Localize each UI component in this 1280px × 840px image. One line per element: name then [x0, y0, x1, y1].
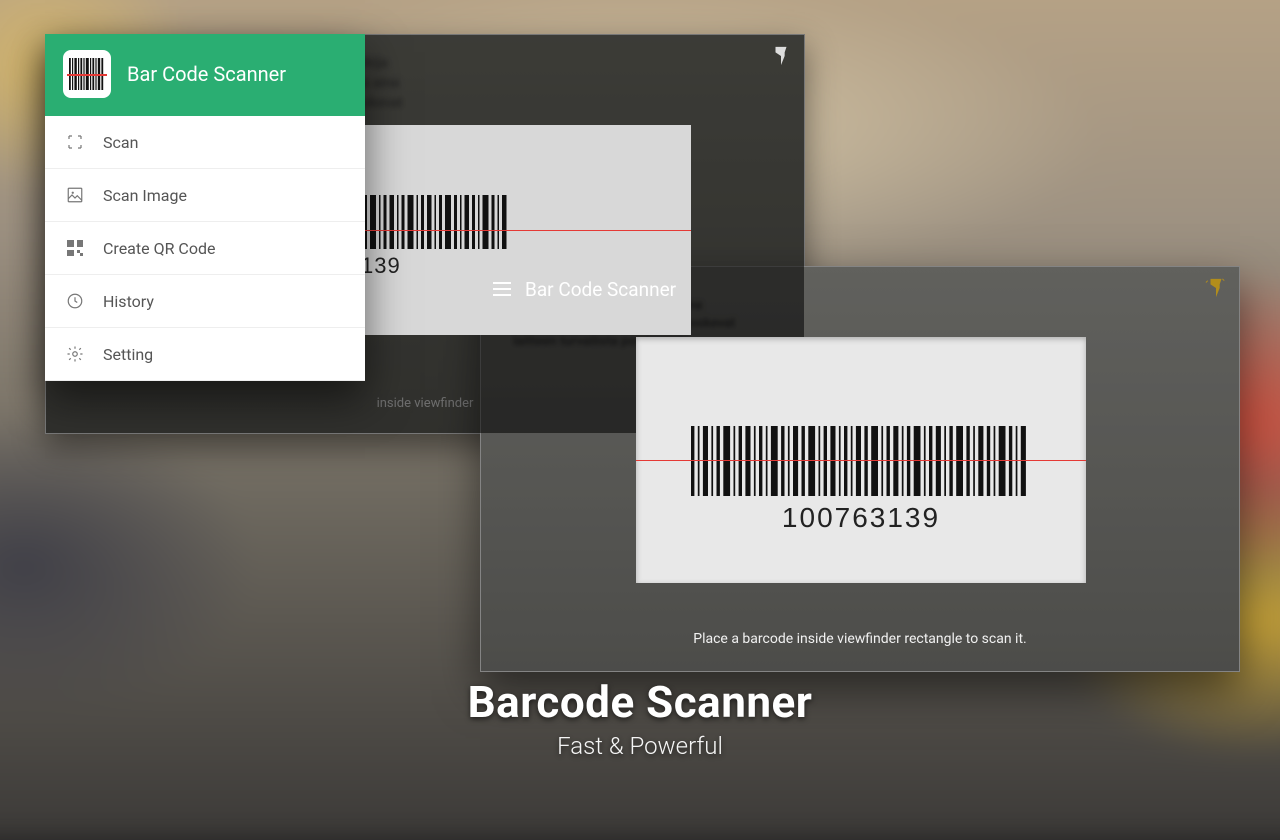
app-title: Bar Code Scanner [127, 62, 286, 86]
viewfinder-hint: Place a barcode inside viewfinder rectan… [481, 631, 1239, 647]
qr-icon [65, 238, 85, 258]
sidebar-item-label: Scan [103, 133, 138, 152]
sidebar-item-scan[interactable]: Scan [45, 116, 365, 169]
sidebar-item-scan-image[interactable]: Scan Image [45, 169, 365, 222]
caption-subtitle: Fast & Powerful [0, 732, 1280, 760]
sidebar-item-create-qr[interactable]: Create QR Code [45, 222, 365, 275]
sidebar-item-label: Setting [103, 345, 153, 364]
caption-title: Barcode Scanner [0, 676, 1280, 728]
sidebar-item-label: Scan Image [103, 186, 187, 205]
sidebar-menu: Bar Code Scanner Scan Scan Image Create … [45, 34, 365, 381]
sidebar-item-label: History [103, 292, 154, 311]
sidebar-header: Bar Code Scanner [45, 34, 365, 116]
scan-line [636, 460, 1086, 461]
flashlight-button[interactable] [770, 45, 792, 67]
sidebar-item-label: Create QR Code [103, 239, 215, 258]
history-icon [65, 291, 85, 311]
promo-caption: Barcode Scanner Fast & Powerful [0, 676, 1280, 760]
app-icon [63, 50, 111, 98]
image-icon [65, 185, 85, 205]
scanner-toolbar: Bar Code Scanner [481, 267, 1239, 311]
barcode [691, 426, 1031, 496]
scan-icon [65, 132, 85, 152]
sidebar-item-history[interactable]: History [45, 275, 365, 328]
sidebar-item-setting[interactable]: Setting [45, 328, 365, 381]
scanner-title: Bar Code Scanner [525, 278, 676, 301]
gear-icon [65, 344, 85, 364]
menu-icon[interactable] [493, 282, 511, 296]
viewfinder: 100763139 [636, 337, 1086, 583]
barcode-number: 100763139 [782, 502, 940, 534]
